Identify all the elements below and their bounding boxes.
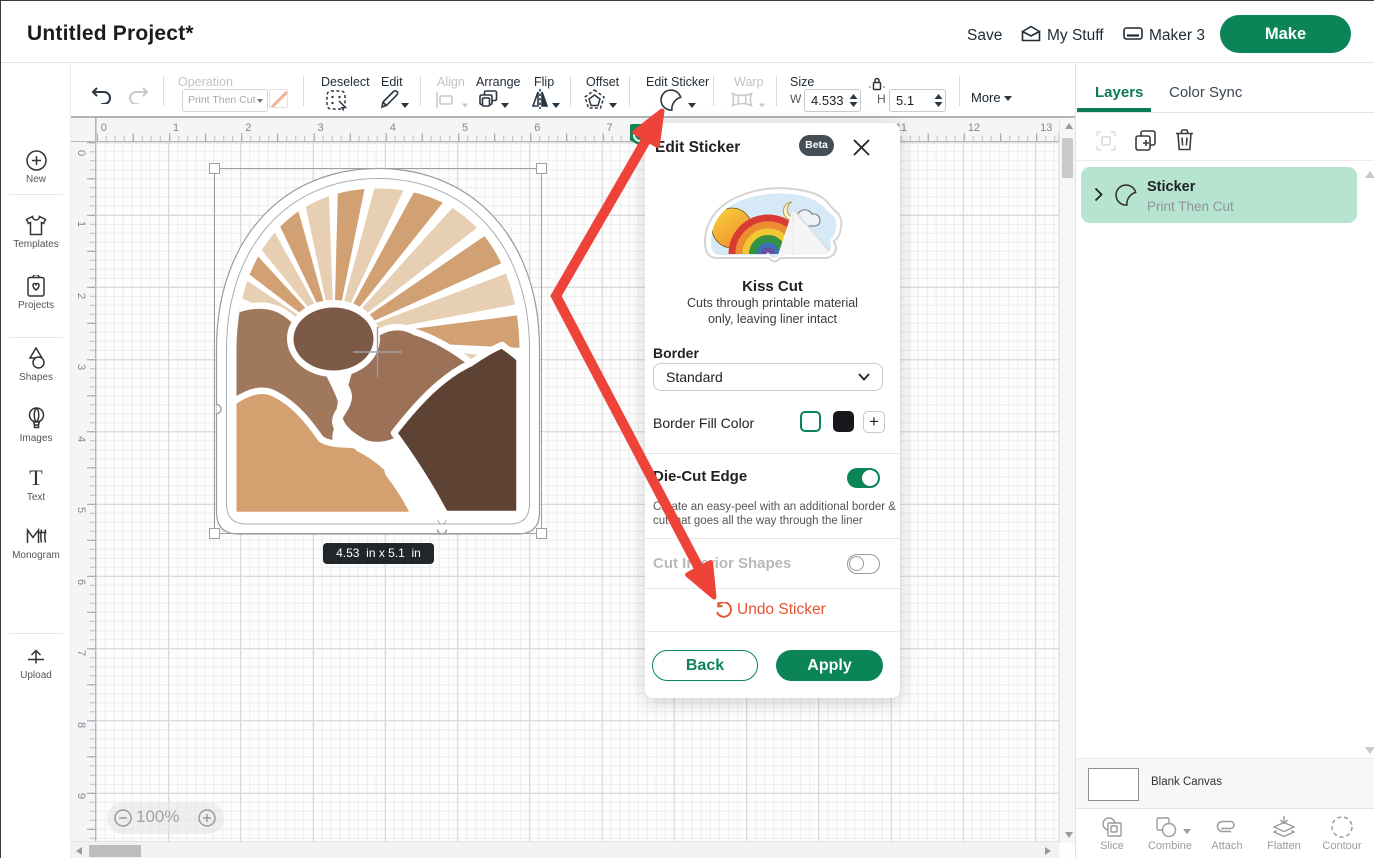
svg-text:T: T — [29, 467, 43, 489]
